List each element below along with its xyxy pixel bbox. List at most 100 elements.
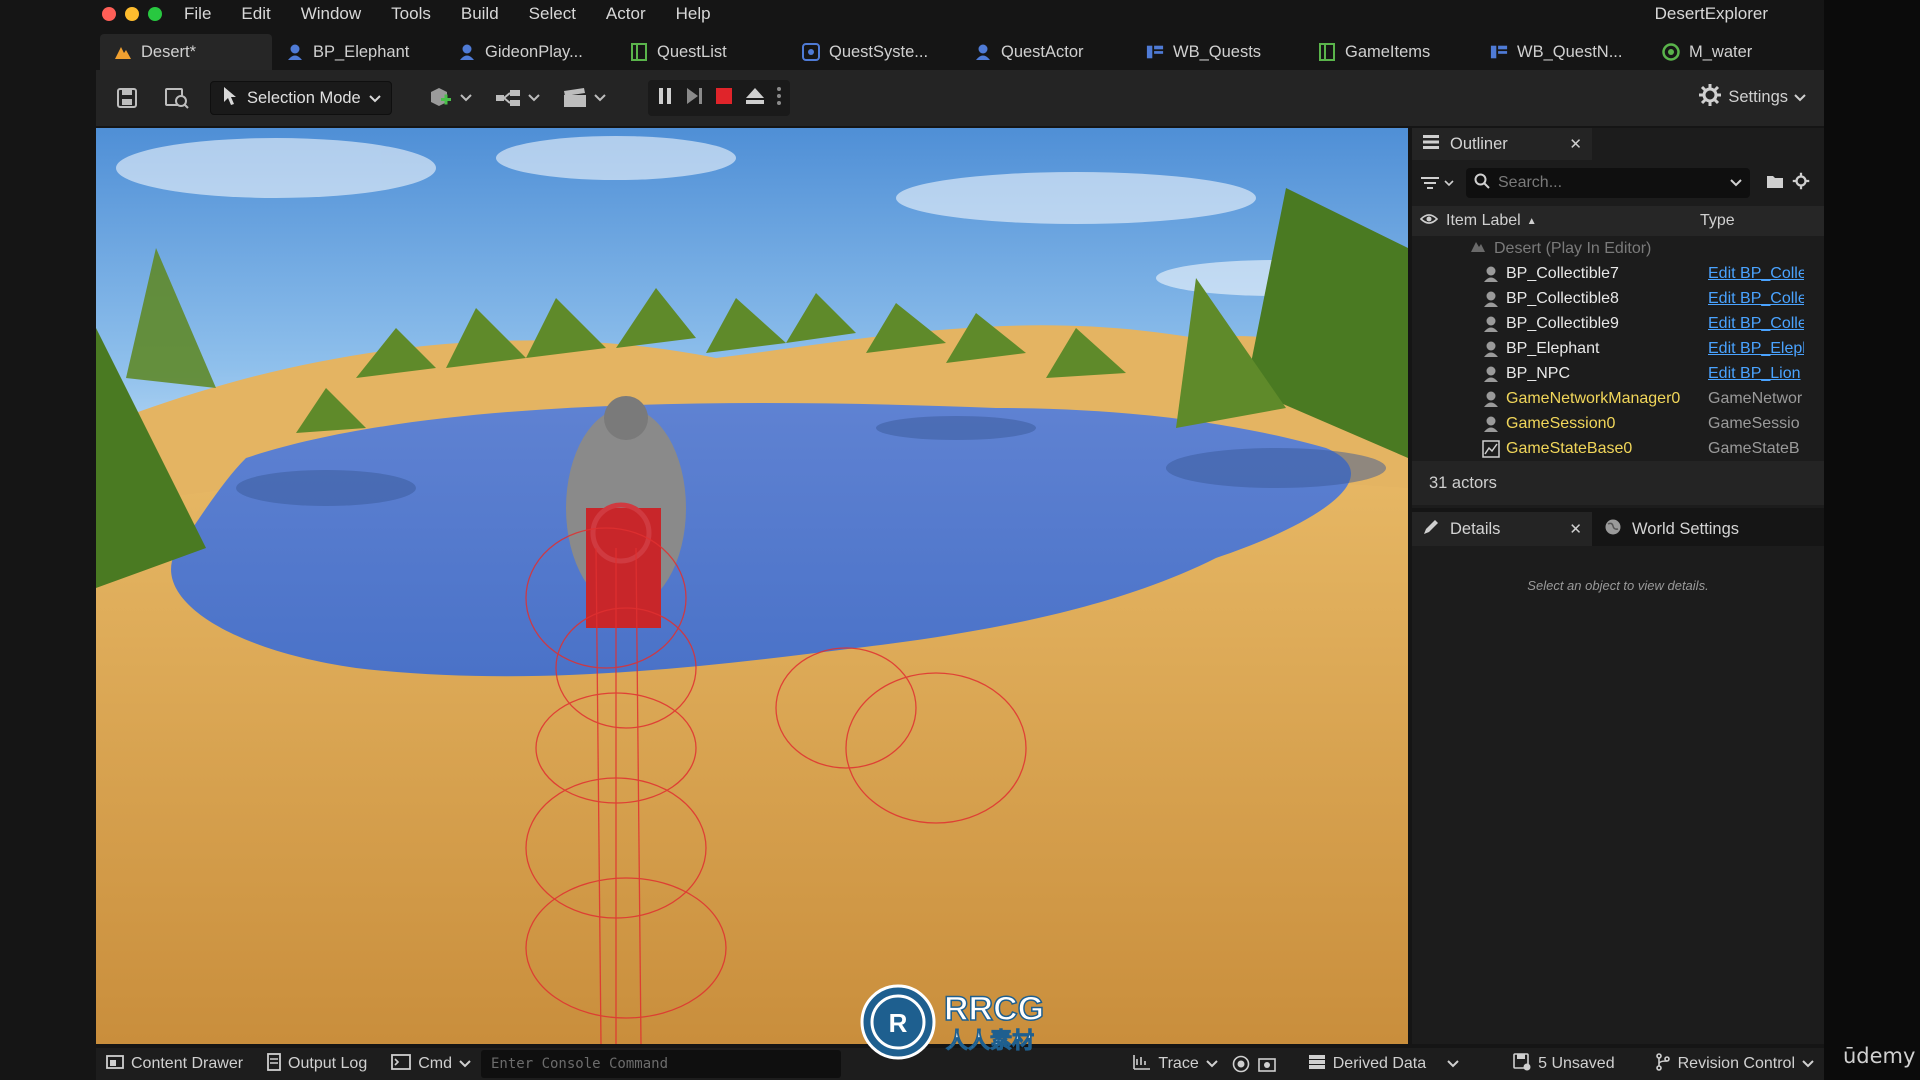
eject-icon[interactable]: [744, 86, 766, 111]
edit-blueprint-link[interactable]: Edit BP_Colle: [1708, 290, 1804, 308]
outliner-item-label: BP_Collectible8: [1506, 289, 1619, 307]
log-icon: [267, 1052, 281, 1076]
actor-icon: [1482, 315, 1500, 333]
content-drawer-button[interactable]: Content Drawer: [96, 1048, 253, 1080]
actor-icon: [1482, 265, 1500, 283]
menu-tools[interactable]: Tools: [391, 4, 431, 24]
cinematics-dropdown[interactable]: [562, 87, 606, 109]
step-frame-icon[interactable]: [684, 86, 704, 111]
close-icon[interactable]: ✕: [1569, 135, 1582, 153]
menu-help[interactable]: Help: [676, 4, 711, 24]
actor-icon: [1482, 340, 1500, 358]
outliner-tab[interactable]: Outliner ✕: [1412, 128, 1592, 160]
chevron-down-icon: [1206, 1055, 1218, 1073]
document-tab-bar: Desert* BP_Elephant GideonPlay... QuestList…: [100, 34, 1820, 70]
document-tab[interactable]: QuestActor: [960, 34, 1132, 70]
menu-edit[interactable]: Edit: [241, 4, 270, 24]
add-actor-dropdown[interactable]: [428, 86, 472, 110]
derived-data-dropdown[interactable]: Derived Data: [1298, 1048, 1469, 1080]
document-tab-label: M_water: [1689, 42, 1753, 61]
cursor-icon: [221, 86, 239, 111]
browse-content-icon[interactable]: [162, 83, 192, 113]
trace-icon: [1133, 1054, 1151, 1075]
widget-icon: [1146, 43, 1164, 61]
chevron-down-icon: [1447, 1055, 1459, 1073]
filter-icon[interactable]: [1420, 176, 1458, 190]
close-window-button[interactable]: [102, 7, 116, 21]
settings-dropdown[interactable]: Settings: [1698, 83, 1806, 112]
widget-icon: [1490, 43, 1508, 61]
record-icon[interactable]: [1228, 1048, 1254, 1080]
outliner-row[interactable]: BP_Collectible9 Edit BP_Colle: [1412, 311, 1824, 336]
document-tab[interactable]: BP_Elephant: [272, 34, 444, 70]
document-tab[interactable]: WB_QuestN...: [1476, 34, 1648, 70]
edit-blueprint-link[interactable]: Edit BP_Colle: [1708, 315, 1804, 333]
settings-label: Settings: [1728, 88, 1788, 106]
outliner-row[interactable]: BP_NPC Edit BP_Lion: [1412, 361, 1824, 386]
type-column[interactable]: Type: [1700, 212, 1735, 230]
details-tab-bar: Details ✕ World Settings: [1412, 512, 1824, 546]
menu-window[interactable]: Window: [301, 4, 361, 24]
document-tab[interactable]: WB_Quests: [1132, 34, 1304, 70]
edit-blueprint-link[interactable]: Edit BP_Lion: [1708, 365, 1804, 383]
visibility-eye-icon[interactable]: [1412, 212, 1446, 230]
chevron-down-icon[interactable]: [1730, 174, 1742, 192]
close-icon[interactable]: ✕: [1569, 520, 1582, 538]
svg-text:人人素材: 人人素材: [946, 1028, 1034, 1054]
document-tab[interactable]: Desert*: [100, 34, 272, 70]
outliner-row[interactable]: BP_Elephant Edit BP_Elepl: [1412, 336, 1824, 361]
document-tab[interactable]: QuestSyste...: [788, 34, 960, 70]
outliner-row[interactable]: BP_Collectible8 Edit BP_Colle: [1412, 286, 1824, 311]
document-tab[interactable]: M_water: [1648, 34, 1820, 70]
outliner-row[interactable]: BP_Collectible7 Edit BP_Colle: [1412, 261, 1824, 286]
content-drawer-icon: [106, 1054, 124, 1075]
outliner-row[interactable]: GameSession0 GameSessio: [1412, 411, 1824, 436]
level-viewport[interactable]: [96, 128, 1408, 1044]
cmd-dropdown[interactable]: Cmd: [381, 1048, 481, 1080]
struct-icon: [1318, 43, 1336, 61]
selection-mode-dropdown[interactable]: Selection Mode: [210, 81, 392, 115]
chevron-down-icon: [1802, 1055, 1814, 1073]
save-icon[interactable]: [112, 83, 142, 113]
pause-icon[interactable]: [656, 86, 674, 111]
unsaved-button[interactable]: 5 Unsaved: [1503, 1048, 1625, 1080]
outliner-item-label: GameStateBase0: [1506, 439, 1633, 457]
gear-icon[interactable]: [1792, 172, 1810, 195]
output-log-button[interactable]: Output Log: [257, 1048, 377, 1080]
stop-icon[interactable]: [714, 86, 734, 111]
document-tab[interactable]: QuestList: [616, 34, 788, 70]
blueprint-dropdown[interactable]: [494, 87, 540, 109]
menu-file[interactable]: File: [184, 4, 211, 24]
outliner-row[interactable]: GameStateBase0 GameStateB: [1412, 436, 1824, 461]
outliner-root-row[interactable]: Desert (Play In Editor): [1412, 236, 1824, 261]
outliner-row[interactable]: GameNetworkManager0 GameNetwor: [1412, 386, 1824, 411]
screenshot-icon[interactable]: [1254, 1048, 1280, 1080]
outliner-panel: Outliner ✕ Search... Item Label ▲ Type D…: [1412, 128, 1824, 508]
minimize-window-button[interactable]: [125, 7, 139, 21]
menu-select[interactable]: Select: [529, 4, 576, 24]
content-drawer-label: Content Drawer: [131, 1055, 244, 1072]
blueprint-icon: [458, 43, 476, 61]
document-tab-label: Desert*: [141, 42, 197, 61]
revision-control-dropdown[interactable]: Revision Control: [1645, 1048, 1824, 1080]
edit-blueprint-link[interactable]: Edit BP_Colle: [1708, 265, 1804, 283]
edit-blueprint-link[interactable]: Edit BP_Elepl: [1708, 340, 1804, 358]
actor-count: 31 actors: [1412, 461, 1824, 505]
item-label-column[interactable]: Item Label ▲: [1446, 212, 1700, 230]
search-icon: [1474, 173, 1490, 194]
console-command-input[interactable]: Enter Console Command: [481, 1050, 841, 1078]
document-tab[interactable]: GideonPlay...: [444, 34, 616, 70]
document-tab[interactable]: GameItems: [1304, 34, 1476, 70]
menu-build[interactable]: Build: [461, 4, 499, 24]
trace-dropdown[interactable]: Trace: [1123, 1048, 1227, 1080]
outliner-item-label: BP_Collectible9: [1506, 314, 1619, 332]
outliner-search-input[interactable]: Search...: [1466, 168, 1750, 198]
details-tab[interactable]: Details ✕: [1412, 512, 1592, 546]
add-folder-icon[interactable]: [1766, 173, 1784, 194]
more-options-icon[interactable]: [776, 85, 782, 112]
outliner-search-row: Search...: [1412, 160, 1824, 206]
menu-actor[interactable]: Actor: [606, 4, 646, 24]
outliner-item-type: GameSessio: [1708, 414, 1800, 432]
world-settings-tab[interactable]: World Settings: [1592, 512, 1739, 546]
maximize-window-button[interactable]: [148, 7, 162, 21]
